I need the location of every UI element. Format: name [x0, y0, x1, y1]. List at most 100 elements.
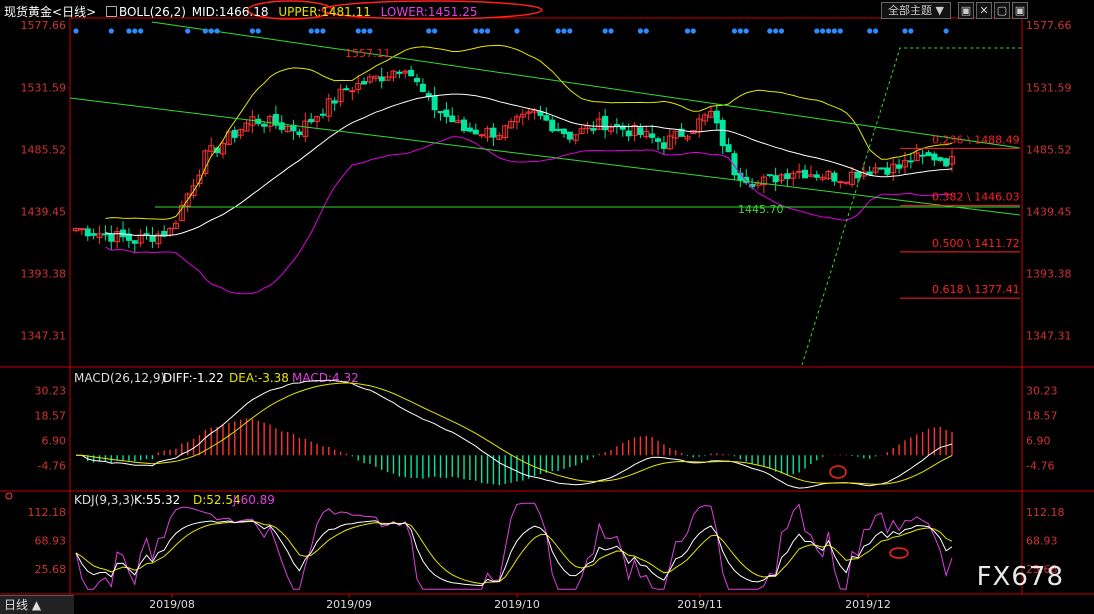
- macd-dea-label: DEA:-3.38: [229, 371, 289, 385]
- candle-down: [543, 115, 550, 121]
- y-tick-label: 1531.59: [1026, 81, 1072, 94]
- candle-down: [108, 233, 115, 242]
- y-tick-label: 1531.59: [21, 81, 67, 94]
- candle-down: [660, 142, 667, 149]
- candle-down: [396, 71, 403, 74]
- candle-up: [78, 228, 85, 231]
- signal-dot: [820, 28, 826, 34]
- fib-level-label: 0.236 \ 1488.49: [932, 133, 1020, 146]
- x-tick-label: 2019/09: [326, 598, 372, 611]
- y-tick-label: 1393.38: [1026, 268, 1072, 281]
- window-button-2[interactable]: ✕: [976, 2, 992, 19]
- signal-dot: [867, 28, 873, 34]
- y-tick-label: 30.23: [35, 384, 67, 397]
- signal-dot: [208, 28, 214, 34]
- candle-down: [555, 128, 562, 131]
- candle-down: [378, 76, 385, 82]
- candle-down: [713, 110, 720, 124]
- signal-dot: [479, 28, 485, 34]
- signal-dot: [555, 28, 561, 34]
- candle-down: [590, 128, 597, 131]
- signal-dot: [943, 28, 949, 34]
- boll-icon: [105, 6, 117, 17]
- candle-down: [143, 233, 150, 236]
- candle-down: [472, 129, 479, 135]
- signal-dot: [731, 28, 738, 34]
- y-tick-label: 1347.31: [21, 330, 67, 343]
- x-tick-label: 2019/11: [677, 598, 723, 611]
- kdj-k-line: [75, 520, 953, 587]
- signal-dot: [355, 28, 361, 34]
- candle-up: [796, 170, 803, 173]
- candle-down: [802, 169, 809, 179]
- period-button[interactable]: 日线 ▲: [0, 595, 74, 614]
- signal-dot: [484, 28, 491, 34]
- y-tick-label: -4.76: [1026, 459, 1054, 472]
- boll-label: BOLL(26,2): [118, 5, 186, 19]
- signal-dot: [767, 28, 773, 34]
- signal-dot: [108, 28, 114, 34]
- y-tick-label: 6.90: [42, 434, 67, 447]
- window-button-4[interactable]: ▣: [1012, 2, 1028, 19]
- candle-down: [943, 158, 950, 167]
- signal-dot: [743, 28, 749, 34]
- boll-upper: UPPER:1481.11: [278, 5, 371, 19]
- fib-level-label: 0.500 \ 1411.72: [932, 237, 1020, 250]
- candle-down: [537, 111, 544, 116]
- y-tick-label: 6.90: [1026, 434, 1051, 447]
- fib-level-label: 0.382 \ 1446.03: [932, 191, 1020, 204]
- candle-down: [466, 127, 473, 132]
- kdj-d-line: [75, 520, 953, 585]
- candle-down: [725, 144, 732, 153]
- signal-dot: [737, 28, 743, 34]
- window-button-3[interactable]: ▢: [994, 2, 1010, 19]
- candle-down: [408, 69, 415, 77]
- boll-mid: MID:1466.18: [191, 5, 269, 19]
- signal-dot: [308, 28, 314, 34]
- signal-dot: [361, 28, 367, 34]
- signal-dot: [126, 28, 132, 34]
- candle-down: [343, 88, 350, 91]
- y-tick-label: 68.93: [1026, 534, 1058, 547]
- candle-down: [319, 113, 326, 116]
- macd-histogram: [81, 418, 953, 486]
- y-tick-label: 112.18: [28, 506, 67, 519]
- signal-dot: [825, 28, 832, 34]
- y-tick-label: -4.76: [38, 459, 66, 472]
- candle-down: [649, 133, 656, 138]
- signal-dot: [814, 28, 820, 34]
- candle-down: [655, 138, 662, 142]
- kdj-title: KDJ(9,3,3): [74, 493, 135, 507]
- candle-down: [907, 160, 914, 163]
- y-tick-label: 1577.66: [1026, 19, 1072, 32]
- y-tick-label: 1439.45: [21, 205, 67, 218]
- signal-dot: [314, 28, 320, 34]
- candle-down: [602, 115, 609, 131]
- candle-down: [931, 153, 938, 161]
- y-tick-label: 68.93: [35, 534, 67, 547]
- candle-down: [766, 174, 773, 177]
- macd-dea-line: [76, 382, 953, 485]
- candle-down: [637, 127, 644, 135]
- chart-canvas: 1577.66 1577.66 1531.59 1531.59 1485.52 1485.…: [0, 0, 1094, 611]
- candle-down: [449, 115, 456, 123]
- signal-dot: [684, 28, 691, 34]
- candle-down: [443, 109, 450, 117]
- window-button-1[interactable]: ▣: [958, 2, 974, 19]
- y-tick-label: 112.18: [1026, 506, 1065, 519]
- x-tick-label: 2019/10: [494, 598, 540, 611]
- plot-frame: [69, 17, 1023, 595]
- theme-button[interactable]: 全部主题 ▼: [881, 2, 951, 19]
- candle-down: [331, 100, 338, 104]
- candle-down: [772, 175, 779, 183]
- signal-dot: [773, 28, 779, 34]
- candle-down: [613, 124, 620, 127]
- candle-down: [878, 167, 885, 170]
- y-tick-label: 1393.38: [21, 268, 67, 281]
- signal-dot: [643, 28, 649, 34]
- signal-dot: [690, 28, 696, 34]
- high-annotation: 1557.11: [345, 47, 391, 60]
- period-label[interactable]: <日线>: [52, 5, 96, 19]
- candle-up: [837, 181, 844, 184]
- candle-down: [784, 173, 791, 180]
